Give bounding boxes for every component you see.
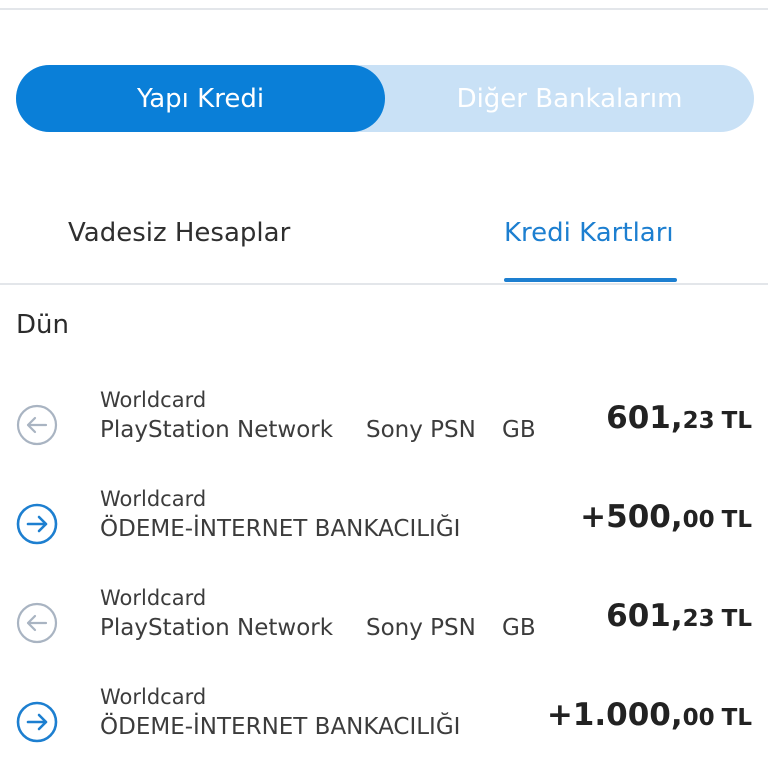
top-divider (0, 8, 768, 10)
segment-diger-bankalarim-label: Diğer Bankalarım (456, 83, 683, 114)
transaction-description: ÖDEME-İNTERNET BANKACILIĞI (100, 516, 461, 542)
transaction-row[interactable]: Worldcard ÖDEME-İNTERNET BANKACILIĞI +500,… (0, 487, 768, 567)
amount-currency: TL (721, 507, 752, 533)
transaction-card-name: Worldcard (100, 586, 207, 610)
transaction-amount: 601,23 TL (606, 400, 752, 436)
amount-integer: 601, (606, 400, 683, 436)
amount-integer: +1.000, (546, 697, 683, 733)
transaction-description: PlayStation Network (100, 615, 334, 641)
transaction-country: GB (502, 417, 536, 443)
transaction-merchant: Sony PSN (366, 615, 476, 641)
transaction-amount: 601,23 TL (606, 598, 752, 634)
transaction-description: ÖDEME-İNTERNET BANKACILIĞI (100, 714, 461, 740)
amount-decimal: 23 (682, 606, 715, 632)
tab-selected-indicator (504, 278, 677, 282)
arrow-left-circle-icon (16, 602, 58, 644)
transaction-card-name: Worldcard (100, 388, 207, 412)
amount-decimal: 00 (682, 705, 715, 731)
tab-kredi-kartlari[interactable]: Kredi Kartları (504, 218, 674, 248)
account-tabs: Vadesiz Hesaplar Kredi Kartları (0, 200, 768, 284)
amount-currency: TL (721, 606, 752, 632)
segment-yapi-kredi[interactable]: Yapı Kredi (16, 65, 385, 132)
transaction-row[interactable]: Worldcard PlayStation Network Sony PSN GB 60… (0, 388, 768, 468)
transaction-country: GB (502, 615, 536, 641)
amount-decimal: 00 (682, 507, 715, 533)
transaction-card-name: Worldcard (100, 487, 207, 511)
arrow-left-circle-icon (16, 404, 58, 446)
amount-currency: TL (721, 705, 752, 731)
amount-decimal: 23 (682, 408, 715, 434)
amount-integer: +500, (580, 499, 683, 535)
arrow-right-circle-icon (16, 503, 58, 545)
amount-currency: TL (721, 408, 752, 434)
arrow-right-circle-icon (16, 701, 58, 743)
tabs-divider (0, 283, 768, 285)
segment-yapi-kredi-label: Yapı Kredi (136, 83, 265, 114)
transaction-description: PlayStation Network (100, 417, 334, 443)
bank-segmented-control: Yapı Kredi Diğer Bankalarım (16, 65, 754, 132)
section-date-header: Dün (16, 310, 69, 340)
amount-integer: 601, (606, 598, 683, 634)
transaction-row[interactable]: Worldcard ÖDEME-İNTERNET BANKACILIĞI +1.00… (0, 685, 768, 765)
transaction-merchant: Sony PSN (366, 417, 476, 443)
transaction-amount: +1.000,00 TL (547, 697, 752, 733)
transaction-card-name: Worldcard (100, 685, 207, 709)
transaction-row[interactable]: Worldcard PlayStation Network Sony PSN GB 60… (0, 586, 768, 666)
transaction-amount: +500,00 TL (580, 499, 752, 535)
tab-vadesiz-hesaplar[interactable]: Vadesiz Hesaplar (68, 218, 290, 248)
segment-diger-bankalarim[interactable]: Diğer Bankalarım (385, 65, 754, 132)
